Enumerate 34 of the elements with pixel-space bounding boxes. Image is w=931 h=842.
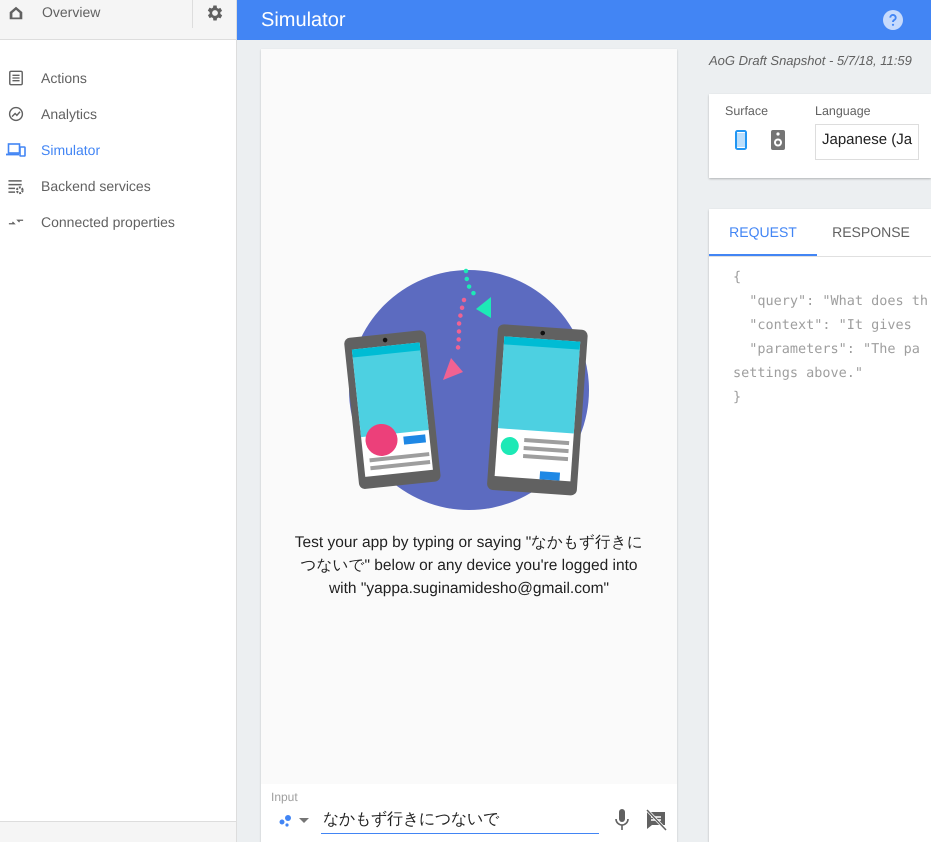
tab[interactable]: RESPONSE — [817, 209, 925, 256]
caret-icon — [299, 818, 309, 822]
sidebar-item[interactable]: Actions — [0, 60, 236, 96]
code-line: { — [733, 268, 742, 287]
code-line: "parameters": "The pa — [748, 340, 921, 359]
code-line: "context": "It gives — [748, 316, 913, 335]
sidebar-item[interactable]: Analytics — [0, 96, 236, 132]
code-line: "query": "What does th — [748, 292, 930, 311]
list-icon — [6, 70, 26, 86]
tab[interactable]: REQUEST — [709, 209, 817, 256]
code-line: } — [733, 388, 742, 407]
settings-list-icon — [6, 178, 26, 194]
sidebar-item[interactable]: Connected properties — [0, 204, 236, 240]
phone-icon[interactable] — [735, 130, 747, 150]
sidebar-item[interactable]: Simulator — [0, 132, 236, 168]
simulator-instructions: Test your app by typing or saying "なかもず行きにつないで" below or any device you're logged into with "yappa.suginamidesho@gmail.com" — [294, 533, 644, 599]
help-icon[interactable] — [883, 10, 903, 30]
snapshot-label: AoG Draft Snapshot - 5/7/18, 11:59 — [709, 53, 913, 68]
devices-icon — [6, 142, 26, 158]
overview-link[interactable]: Overview — [42, 4, 100, 20]
page-title: Simulator — [261, 8, 346, 32]
keyboard-off-icon[interactable] — [645, 809, 667, 831]
surface-label: Surface — [725, 104, 770, 118]
language-label: Language — [815, 104, 872, 118]
query-input[interactable]: なかもず行きにつないで — [321, 806, 599, 834]
code-line: settings above." — [733, 364, 864, 383]
trend-icon — [6, 106, 26, 122]
input-bar[interactable]: Input なかもず行きにつないで — [261, 784, 677, 842]
speaker-icon[interactable] — [771, 130, 785, 150]
sidebar-item[interactable]: Backend services — [0, 168, 236, 204]
language-select[interactable]: Japanese (Ja — [815, 124, 920, 160]
microphone-icon[interactable] — [615, 809, 629, 831]
input-label: Input — [271, 790, 298, 804]
assistant-dots-icon — [279, 813, 293, 827]
